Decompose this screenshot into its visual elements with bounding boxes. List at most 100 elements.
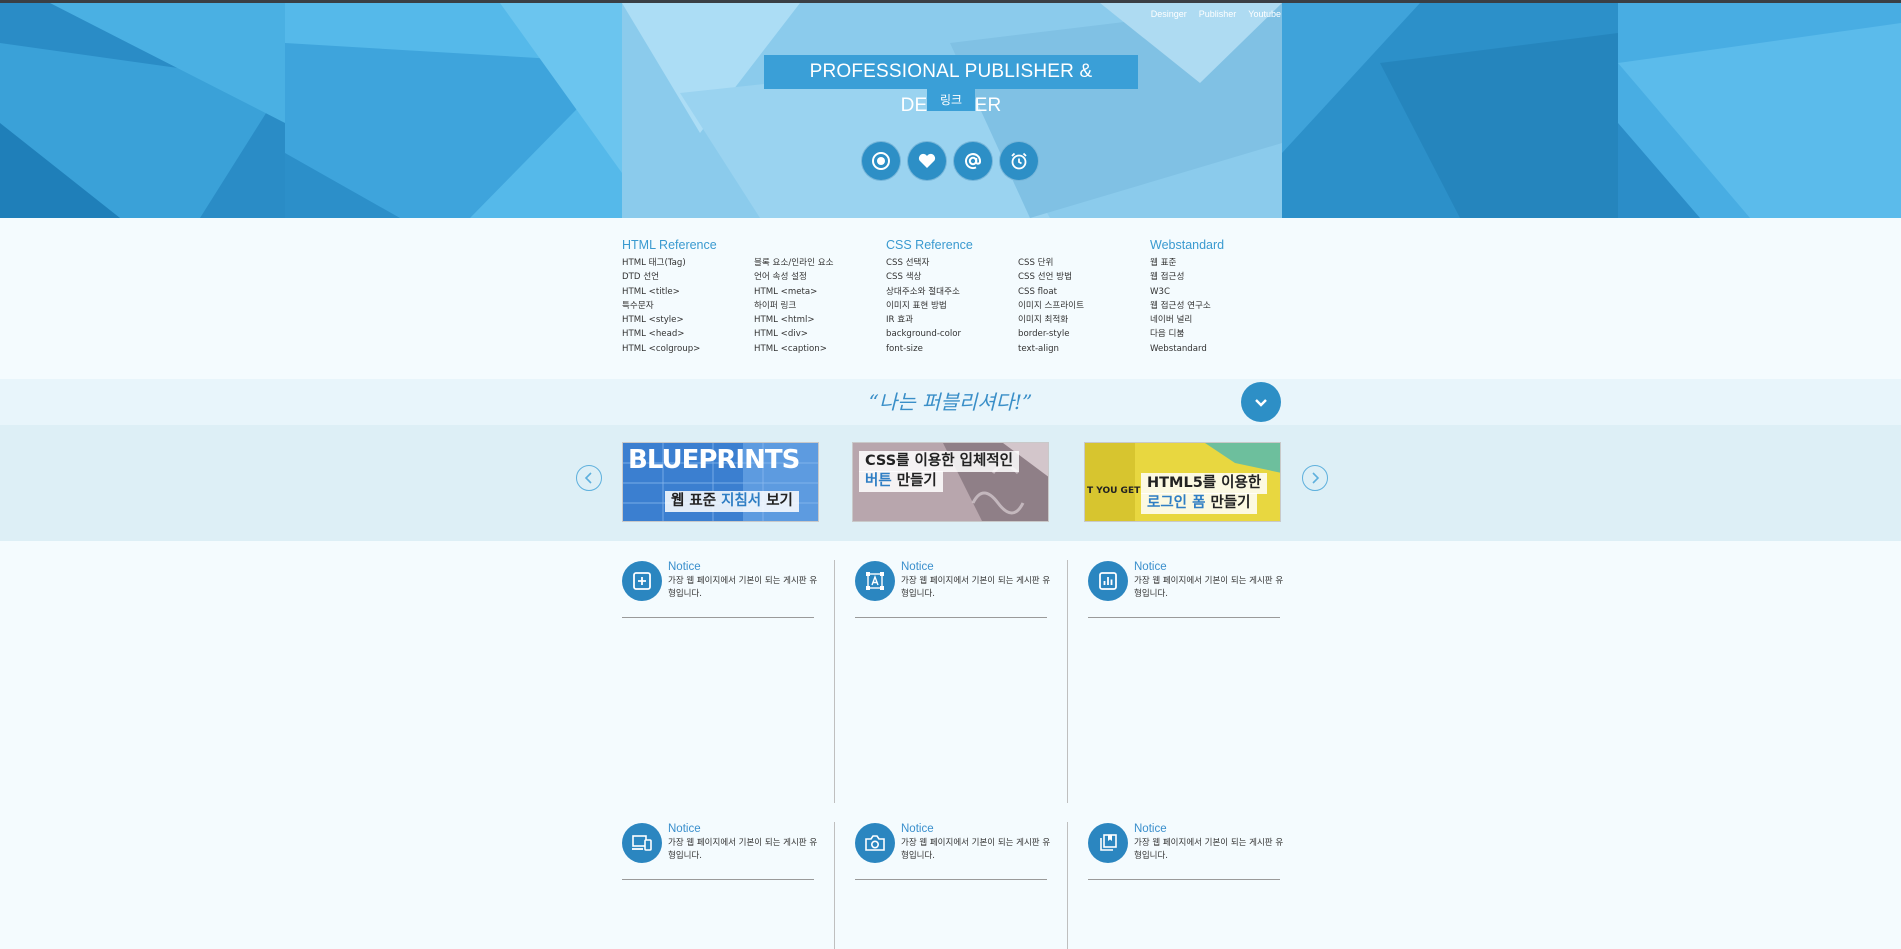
notice-description: 가장 웹 페이지에서 기본이 되는 게시판 유형입니다.: [668, 838, 818, 861]
ref-column: 블록 요소/인라인 요소 언어 속성 설정 HTML <meta> 하이퍼 링크…: [754, 256, 886, 356]
ref-link[interactable]: 특수문자: [622, 299, 754, 313]
notice-description: 가장 웹 페이지에서 기본이 되는 게시판 유형입니다.: [1134, 576, 1284, 599]
notice-title[interactable]: Notice: [901, 823, 934, 835]
slide-caption: 웹 표준 지침서 보기: [665, 491, 799, 512]
ref-link[interactable]: Webstandard: [1150, 342, 1282, 356]
notice-title[interactable]: Notice: [1134, 561, 1167, 573]
devices-icon[interactable]: [622, 823, 662, 863]
slide-caption-line2: 버튼 만들기: [859, 471, 943, 492]
column-divider: [834, 560, 835, 803]
ref-link[interactable]: 네이버 널리: [1150, 313, 1282, 327]
heart-icon[interactable]: [907, 141, 947, 181]
slide-caption-line1: HTML5를 이용한: [1141, 473, 1268, 494]
column-divider: [1067, 560, 1068, 803]
notice-title[interactable]: Notice: [668, 561, 701, 573]
notice-description: 가장 웹 페이지에서 기본이 되는 게시판 유형입니다.: [668, 576, 818, 599]
slide-css-button[interactable]: CSS를 이용한 입체적인 버튼 만들기: [852, 442, 1049, 522]
notice-card: Notice 가장 웹 페이지에서 기본이 되는 게시판 유형입니다.: [622, 823, 817, 880]
hero-icon-row: [861, 141, 1039, 181]
ref-link[interactable]: 하이퍼 링크: [754, 299, 886, 313]
notice-description: 가장 웹 페이지에서 기본이 되는 게시판 유형입니다.: [901, 576, 1051, 599]
ref-link[interactable]: 웹 접근성 연구소: [1150, 299, 1282, 313]
camera-rotate-icon[interactable]: [855, 823, 895, 863]
notice-card: Notice 가장 웹 페이지에서 기본이 되는 게시판 유형입니다.: [1088, 561, 1283, 618]
css-reference-heading[interactable]: CSS Reference: [886, 238, 1150, 256]
slide-blueprints[interactable]: BLUEPRINTS 웹 표준 지침서 보기: [622, 442, 819, 522]
ref-link[interactable]: 다음 디붐: [1150, 327, 1282, 341]
ref-link[interactable]: 이미지 최적화: [1018, 313, 1150, 327]
ref-link[interactable]: HTML <head>: [622, 327, 754, 341]
slogan-text: “나는 퍼블리셔다!”: [868, 390, 1033, 414]
html-reference: HTML Reference HTML 태그(Tag) DTD 선언 HTML …: [622, 238, 886, 356]
css-reference: CSS Reference CSS 선택자 CSS 색상 상대주소와 절대주소 …: [886, 238, 1150, 356]
chevron-left-icon: [584, 472, 592, 484]
ref-column: CSS 선택자 CSS 색상 상대주소와 절대주소 이미지 표현 방법 IR 효…: [886, 256, 1018, 356]
ref-link[interactable]: HTML 태그(Tag): [622, 256, 754, 270]
ref-link[interactable]: IR 효과: [886, 313, 1018, 327]
notice-title[interactable]: Notice: [668, 823, 701, 835]
slide-banner-text: BLUEPRINTS: [628, 445, 800, 475]
ref-link[interactable]: HTML <div>: [754, 327, 886, 341]
ref-link[interactable]: W3C: [1150, 285, 1282, 299]
ref-link[interactable]: HTML <colgroup>: [622, 342, 754, 356]
nav-publisher[interactable]: Publisher: [1199, 9, 1237, 19]
notice-title[interactable]: Notice: [1134, 823, 1167, 835]
bar-chart-icon[interactable]: [1088, 561, 1128, 601]
nav-designer[interactable]: Desinger: [1151, 9, 1187, 19]
slide-caption-line1: CSS를 이용한 입체적인: [859, 451, 1019, 472]
link-button[interactable]: 링크: [927, 89, 975, 111]
notice-card: Notice 가장 웹 페이지에서 기본이 되는 게시판 유형입니다.: [855, 823, 1050, 880]
chevron-down-icon: [1255, 399, 1267, 407]
ref-link[interactable]: background-color: [886, 327, 1018, 341]
slider-prev-button[interactable]: [576, 465, 602, 491]
ref-link[interactable]: text-align: [1018, 342, 1150, 356]
record-icon[interactable]: [861, 141, 901, 181]
plus-box-icon[interactable]: [622, 561, 662, 601]
ref-column: CSS 단위 CSS 선언 방법 CSS float 이미지 스프라이트 이미지…: [1018, 256, 1150, 356]
column-divider: [1067, 822, 1068, 949]
ref-link[interactable]: HTML <caption>: [754, 342, 886, 356]
ref-link[interactable]: 언어 속성 설정: [754, 270, 886, 284]
slider-next-button[interactable]: [1302, 465, 1328, 491]
ref-link[interactable]: CSS 선언 방법: [1018, 270, 1150, 284]
ref-link[interactable]: CSS 색상: [886, 270, 1018, 284]
site-title: PROFESSIONAL PUBLISHER & DESIGNER: [764, 55, 1138, 116]
webstandard-heading[interactable]: Webstandard: [1150, 238, 1282, 256]
ref-link[interactable]: DTD 선언: [622, 270, 754, 284]
slide-html5-login[interactable]: T YOU GET HTML5를 이용한 로그인 폼 만들기: [1084, 442, 1281, 522]
notice-description: 가장 웹 페이지에서 기본이 되는 게시판 유형입니다.: [901, 838, 1051, 861]
ref-link[interactable]: HTML <meta>: [754, 285, 886, 299]
ref-link[interactable]: 웹 접근성: [1150, 270, 1282, 284]
ref-link[interactable]: 블록 요소/인라인 요소: [754, 256, 886, 270]
ref-column: 웹 표준 웹 접근성 W3C 웹 접근성 연구소 네이버 널리 다음 디붐 We…: [1150, 256, 1282, 356]
notice-title[interactable]: Notice: [901, 561, 934, 573]
ref-link[interactable]: 웹 표준: [1150, 256, 1282, 270]
ref-column: HTML 태그(Tag) DTD 선언 HTML <title> 특수문자 HT…: [622, 256, 754, 356]
ref-link[interactable]: CSS float: [1018, 285, 1150, 299]
nav-youtube[interactable]: Youtube: [1248, 9, 1281, 19]
notice-card: Notice 가장 웹 페이지에서 기본이 되는 게시판 유형입니다.: [1088, 823, 1283, 880]
chevron-right-icon: [1312, 472, 1320, 484]
notice-card: Notice 가장 웹 페이지에서 기본이 되는 게시판 유형입니다.: [855, 561, 1050, 618]
at-icon[interactable]: [953, 141, 993, 181]
ref-link[interactable]: border-style: [1018, 327, 1150, 341]
ref-link[interactable]: 이미지 표현 방법: [886, 299, 1018, 313]
ref-link[interactable]: HTML <style>: [622, 313, 754, 327]
ref-link[interactable]: CSS 단위: [1018, 256, 1150, 270]
slide-caption-line2: 로그인 폼 만들기: [1141, 493, 1257, 514]
column-divider: [834, 822, 835, 949]
ref-link[interactable]: CSS 선택자: [886, 256, 1018, 270]
library-icon[interactable]: [1088, 823, 1128, 863]
vector-a-icon[interactable]: [855, 561, 895, 601]
html-reference-heading[interactable]: HTML Reference: [622, 238, 886, 256]
ref-link[interactable]: HTML <html>: [754, 313, 886, 327]
webstandard-reference: Webstandard 웹 표준 웹 접근성 W3C 웹 접근성 연구소 네이버…: [1150, 238, 1282, 356]
alarm-clock-icon[interactable]: [999, 141, 1039, 181]
scroll-down-button[interactable]: [1241, 382, 1281, 422]
ref-link[interactable]: font-size: [886, 342, 1018, 356]
ref-link[interactable]: HTML <title>: [622, 285, 754, 299]
ref-link[interactable]: 이미지 스프라이트: [1018, 299, 1150, 313]
notice-card: Notice 가장 웹 페이지에서 기본이 되는 게시판 유형입니다.: [622, 561, 817, 618]
hero-header: Desinger Publisher Youtube PROFESSIONAL …: [0, 3, 1901, 218]
ref-link[interactable]: 상대주소와 절대주소: [886, 285, 1018, 299]
